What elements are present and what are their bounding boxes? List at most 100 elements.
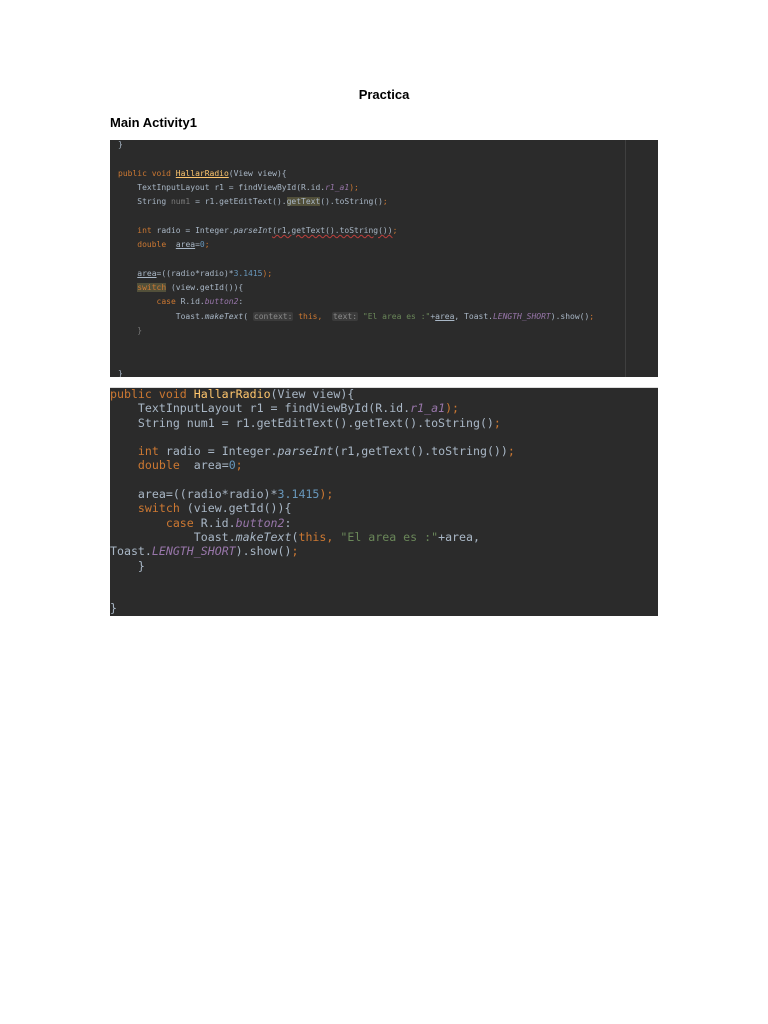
code-token: ;: [589, 311, 595, 321]
code-line: String num1 = r1.getEditText().getText()…: [118, 195, 594, 209]
code-token: String: [118, 197, 171, 207]
code-token: ;: [392, 225, 398, 235]
document-title: Practica: [358, 87, 410, 102]
code-token: (View view){: [228, 168, 287, 178]
code-line: public void HallarRadio(View view){: [110, 387, 515, 401]
code-token: case: [165, 515, 194, 530]
code-token: );: [349, 182, 359, 192]
code-token: +area,: [438, 529, 480, 544]
code-token: ;: [493, 415, 501, 430]
code-token: ().toString(): [320, 197, 383, 207]
code-token: public void: [118, 168, 176, 178]
code-token: (r1,getText().toString()): [272, 225, 393, 235]
code-token: Toast.: [110, 544, 152, 559]
code-token: 0: [228, 458, 236, 473]
code-line: }: [110, 559, 515, 573]
code-token: Toast.: [110, 529, 236, 544]
code-lines: } public void HallarRadio(View view){ Te…: [118, 140, 594, 377]
code-line: case R.id.button2:: [118, 295, 594, 309]
code-token: int: [137, 225, 152, 235]
code-token: ;: [382, 197, 388, 207]
code-token: (View view){: [270, 387, 355, 401]
code-line: int radio = Integer.parseInt(r1,getText(…: [118, 224, 594, 238]
code-token: ;: [507, 444, 515, 459]
code-token: );: [319, 487, 334, 502]
code-token: "El area es :": [362, 311, 431, 321]
code-line: }: [118, 324, 594, 338]
code-line: }: [118, 367, 594, 377]
code-token: double: [137, 240, 167, 250]
code-token: (: [243, 311, 253, 321]
code-token: String num1 = r1.getEditText().getText()…: [110, 415, 494, 430]
code-line: double area=0;: [118, 238, 594, 252]
code-token: }: [118, 140, 123, 149]
code-token: getText: [286, 197, 321, 207]
code-line: }: [118, 140, 594, 152]
code-token: parseInt: [277, 444, 334, 459]
ide-code-screenshot: } public void HallarRadio(View view){ Te…: [110, 140, 658, 377]
code-token: ).show(): [235, 544, 292, 559]
code-token: HallarRadio: [193, 387, 271, 401]
code-line: String num1 = r1.getEditText().getText()…: [110, 416, 515, 430]
code-token: "El area es :": [340, 529, 439, 544]
code-token: r1_a1: [410, 401, 446, 416]
code-token: makeText: [204, 311, 244, 321]
code-token: ;: [235, 458, 243, 473]
code-line: public void HallarRadio(View view){: [118, 167, 594, 181]
code-line: switch (view.getId()){: [118, 281, 594, 295]
right-margin-guide: [625, 140, 626, 377]
code-token: }: [118, 368, 123, 377]
code-token: LENGTH_SHORT: [492, 311, 551, 321]
code-line: Toast.makeText( context: this, text: "El…: [118, 310, 594, 324]
code-token: (view.getId()){: [166, 282, 244, 292]
code-line: case R.id.button2:: [110, 516, 515, 530]
code-token: button2: [235, 515, 285, 530]
section-heading: Main Activity1: [110, 115, 197, 130]
code-token: double: [137, 458, 180, 473]
code-token: }: [110, 601, 117, 616]
code-line: }: [110, 601, 515, 615]
code-token: );: [445, 401, 460, 416]
code-token: Toast.: [118, 311, 205, 321]
code-line: area=((radio*radio)*3.1415);: [118, 267, 594, 281]
code-token: (r1,getText().toString()): [333, 444, 508, 459]
code-token: ;: [291, 544, 299, 559]
code-token: = r1.getEditText().: [190, 197, 287, 207]
code-token: public void: [110, 387, 194, 401]
code-lines: public void HallarRadio(View view){ Text…: [110, 387, 515, 616]
code-token: int: [137, 444, 159, 459]
code-line: double area=0;: [110, 458, 515, 472]
code-token: LENGTH_SHORT: [151, 544, 236, 559]
code-token: switch: [137, 282, 167, 292]
code-token: }: [118, 325, 143, 335]
code-token: }: [110, 558, 145, 573]
code-line: Toast.makeText(this, "El area es :"+area…: [110, 530, 515, 544]
code-token: radio = Integer.: [158, 444, 278, 459]
code-token: HallarRadio: [175, 168, 229, 178]
code-token: (view.getId()){: [179, 501, 292, 516]
code-token: R.id.: [175, 297, 205, 307]
parameter-hint: context:: [252, 311, 294, 321]
code-token: ;: [204, 240, 210, 250]
code-token: 3.1415: [277, 487, 320, 502]
code-line: area=((radio*radio)*3.1415);: [110, 487, 515, 501]
code-line: TextInputLayout r1 = findViewById(R.id.r…: [118, 181, 594, 195]
code-token: );: [262, 268, 273, 278]
code-token: area=: [179, 458, 229, 473]
code-token: , Toast.: [454, 311, 493, 321]
code-token: TextInputLayout r1 = findViewById(R.id.: [118, 182, 326, 192]
code-token: makeText: [235, 529, 292, 544]
code-token: area: [137, 268, 157, 278]
